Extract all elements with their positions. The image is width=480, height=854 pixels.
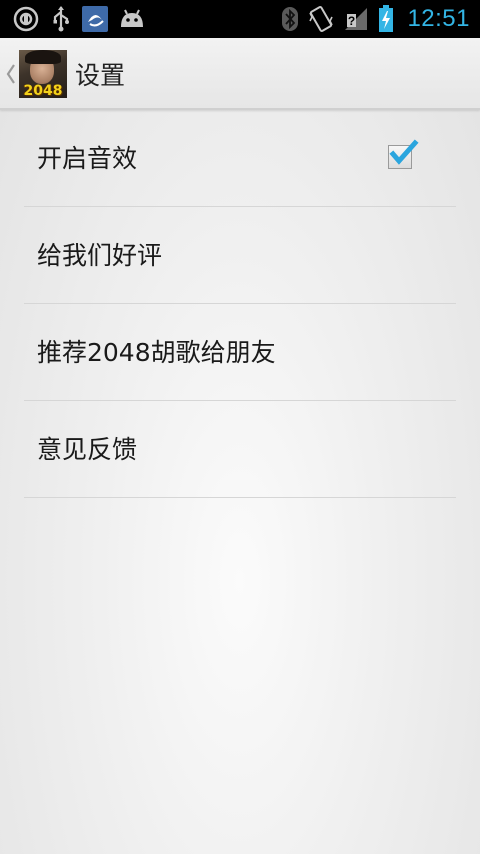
action-bar: 2048 设置 [0,38,480,110]
app-logo[interactable]: 2048 [19,50,67,98]
signal-icon: ? [345,8,368,30]
usb-icon [53,6,69,32]
vibrate-icon [309,6,334,32]
checkmark-icon [389,139,419,165]
call-recording-icon [13,6,39,32]
app-notification-icon [82,6,108,32]
setting-rate-us[interactable]: 给我们好评 [24,207,456,304]
setting-recommend-to-friends[interactable]: 推荐2048胡歌给朋友 [24,304,456,401]
back-caret-icon[interactable] [5,62,17,86]
setting-sound-effects[interactable]: 开启音效 [24,110,456,207]
page-title: 设置 [75,61,126,90]
bluetooth-icon [282,7,299,31]
logo-hair [25,50,61,64]
battery-charging-icon [379,5,394,32]
setting-label: 意见反馈 [37,435,138,464]
setting-label: 给我们好评 [37,241,163,270]
setting-feedback[interactable]: 意见反馈 [24,401,456,498]
clock: 12:51 [407,5,470,32]
notification-icons [12,5,146,33]
android-debug-icon [121,9,143,27]
settings-list: 开启音效 给我们好评 推荐2048胡歌给朋友 意见反馈 [24,110,456,498]
sound-effects-checkbox[interactable] [388,139,419,169]
svg-text:?: ? [348,14,355,28]
setting-label: 推荐2048胡歌给朋友 [37,338,276,367]
system-icons: ? 12:51 [281,0,470,38]
logo-text: 2048 [23,83,63,98]
status-bar: ? 12:51 [0,0,480,38]
setting-label: 开启音效 [37,144,138,173]
